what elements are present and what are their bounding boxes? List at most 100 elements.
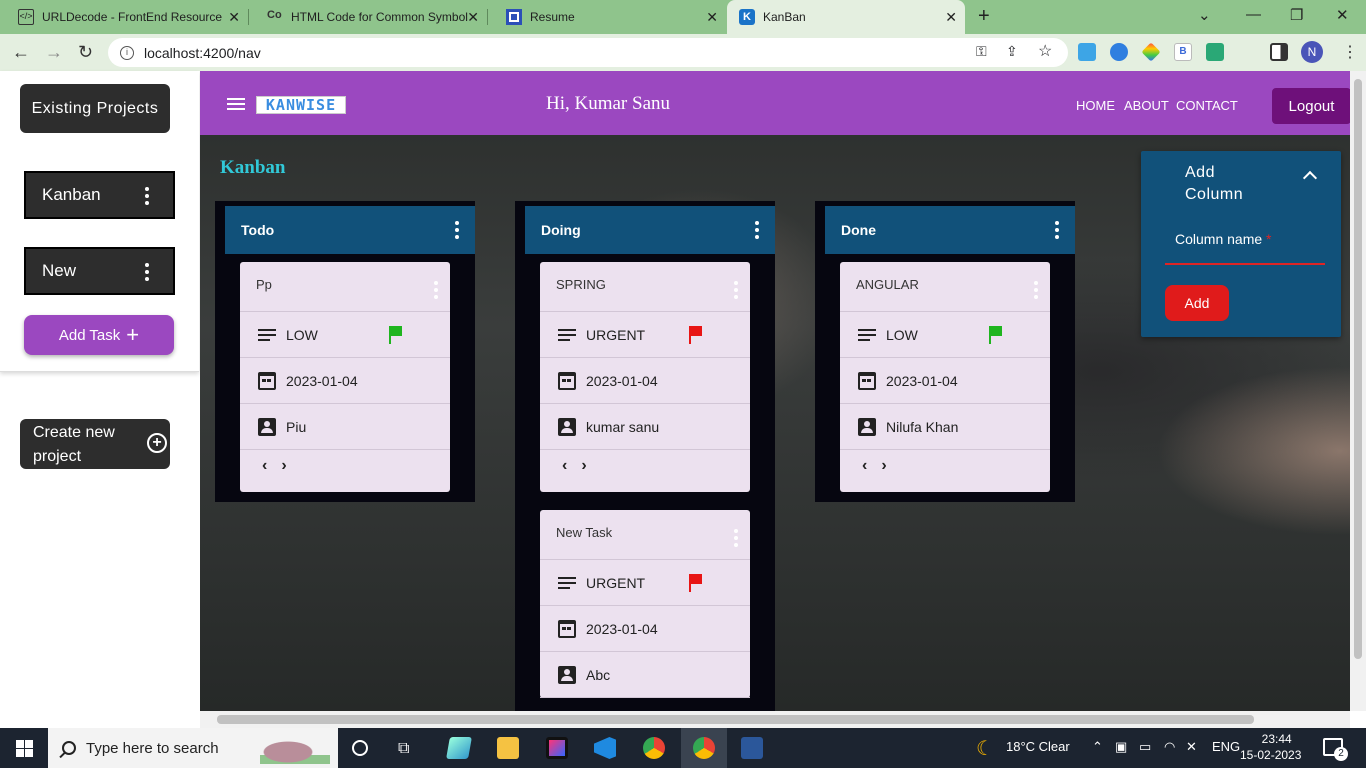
add-column-title[interactable]: Add Column	[1185, 162, 1243, 206]
column-header: Todo	[225, 206, 475, 254]
column-menu-icon[interactable]	[755, 221, 759, 239]
existing-projects-button[interactable]: Existing Projects	[20, 84, 170, 133]
add-column-button[interactable]: Add	[1165, 285, 1229, 321]
flag-icon	[388, 326, 402, 344]
priority-lines-icon	[258, 326, 276, 344]
new-tab-icon[interactable]: +	[978, 5, 990, 28]
windows-start-icon[interactable]	[16, 740, 33, 757]
browser-tab[interactable]: Co HTML Code for Common Symbol ✕	[249, 0, 487, 34]
add-task-label: Add Task	[58, 326, 121, 344]
chevron-right-icon[interactable]: ›	[281, 457, 286, 475]
battery-icon[interactable]: ▭	[1139, 739, 1151, 755]
cortana-icon[interactable]	[352, 740, 368, 756]
scrollbar-thumb[interactable]	[217, 715, 1254, 724]
task-card[interactable]: Pp LOW 2023-01-04 Piu ‹ ›	[240, 262, 450, 492]
vertical-scrollbar[interactable]	[1350, 71, 1366, 711]
task-card[interactable]: ANGULAR LOW 2023-01-04 Nilufa Khan ‹ ›	[840, 262, 1050, 492]
extension-icon[interactable]	[1206, 43, 1224, 61]
nav-contact-link[interactable]: CONTACT	[1176, 98, 1238, 113]
meet-icon[interactable]: ▣	[1115, 739, 1127, 755]
language-indicator[interactable]: ENG	[1212, 739, 1240, 754]
task-move-controls: ‹ ›	[540, 450, 750, 492]
column-name-input[interactable]: Column name *	[1165, 217, 1325, 265]
info-icon[interactable]: i	[120, 45, 134, 60]
browser-tab[interactable]: Resume ✕	[488, 0, 726, 34]
card-menu-icon[interactable]	[734, 281, 738, 299]
back-arrow-icon[interactable]: ←	[12, 42, 30, 63]
extension-icon[interactable]: B	[1174, 43, 1192, 61]
card-menu-icon[interactable]	[434, 281, 438, 299]
close-icon[interactable]: ✕	[945, 9, 957, 26]
task-assignee-row: Nilufa Khan	[840, 404, 1050, 450]
clock-date: 15-02-2023	[1240, 748, 1302, 762]
minimize-icon[interactable]: —	[1246, 6, 1261, 23]
sidepanel-icon[interactable]	[1270, 43, 1288, 61]
taskbar-search[interactable]: Type here to search	[48, 728, 338, 768]
browser-tab-active[interactable]: K KanBan ✕	[727, 0, 965, 34]
window-close-icon[interactable]: ✕	[1336, 6, 1349, 24]
task-title: New Task	[540, 510, 750, 560]
task-title: ANGULAR	[840, 262, 1050, 312]
logout-button[interactable]: Logout	[1272, 88, 1350, 124]
task-card[interactable]: SPRING URGENT 2023-01-04 kumar sanu ‹ ›	[540, 262, 750, 492]
chrome-icon[interactable]	[693, 737, 715, 759]
browser-tab[interactable]: </> URLDecode - FrontEnd Resource ✕	[0, 0, 248, 34]
close-icon[interactable]: ✕	[467, 9, 479, 26]
file-explorer-icon[interactable]	[497, 737, 519, 759]
chrome-icon[interactable]	[643, 737, 665, 759]
sidebar-item-kanban[interactable]: Kanban	[24, 171, 175, 219]
profile-avatar[interactable]: N	[1301, 41, 1323, 63]
chevron-right-icon[interactable]: ›	[881, 457, 886, 475]
horizontal-scrollbar[interactable]	[200, 711, 1350, 728]
chevron-up-icon[interactable]	[1302, 170, 1318, 186]
card-menu-icon[interactable]	[734, 529, 738, 547]
project-name: New	[42, 261, 77, 280]
card-menu-icon[interactable]	[1034, 281, 1038, 299]
column-menu-icon[interactable]	[455, 221, 459, 239]
word-icon[interactable]	[741, 737, 763, 759]
column-menu-icon[interactable]	[1055, 221, 1059, 239]
app-logo: KANWISE	[256, 96, 346, 114]
reload-icon[interactable]: ↻	[78, 42, 93, 63]
system-clock[interactable]: 23:44 15-02-2023	[1240, 731, 1301, 763]
star-icon[interactable]: ☆	[1038, 41, 1052, 61]
clock-time: 23:44	[1261, 732, 1292, 746]
scrollbar-thumb[interactable]	[1354, 79, 1362, 659]
close-icon[interactable]: ✕	[228, 9, 240, 26]
task-view-icon[interactable]: ⧉	[398, 740, 409, 758]
extension-icon[interactable]	[1110, 43, 1128, 61]
extension-icon[interactable]	[1078, 43, 1096, 61]
kanban-favicon-icon: K	[739, 9, 755, 25]
intellij-icon[interactable]	[546, 737, 568, 759]
speaker-muted-icon[interactable]: ✕	[1186, 739, 1197, 755]
chevron-right-icon[interactable]: ›	[581, 457, 586, 475]
nav-home-link[interactable]: HOME	[1076, 98, 1115, 113]
sidebar-item-new[interactable]: New	[24, 247, 175, 295]
restore-icon[interactable]: ❐	[1290, 6, 1303, 24]
board-title: Kanban	[220, 157, 286, 178]
nav-about-link[interactable]: ABOUT	[1124, 98, 1169, 113]
task-card[interactable]: New Task URGENT 2023-01-04 Abc	[540, 510, 750, 698]
vscode-icon[interactable]	[594, 737, 616, 759]
chevron-up-icon[interactable]: ⌃	[1092, 739, 1103, 755]
hamburger-menu-icon[interactable]	[227, 98, 245, 110]
add-task-button[interactable]: Add Task +	[24, 315, 174, 355]
wifi-icon[interactable]: ◠	[1164, 739, 1175, 755]
share-icon[interactable]: ⇪	[1006, 43, 1018, 60]
extension-icon[interactable]	[1141, 42, 1161, 62]
more-options-icon[interactable]	[145, 263, 149, 281]
chevron-left-icon[interactable]: ‹	[262, 457, 267, 475]
chevron-left-icon[interactable]: ‹	[862, 457, 867, 475]
app-icon[interactable]	[446, 737, 472, 759]
menu-dots-icon[interactable]: ⋮	[1342, 42, 1358, 62]
main-content: KANWISE Hi, Kumar Sanu HOME ABOUT CONTAC…	[200, 71, 1350, 711]
more-options-icon[interactable]	[145, 187, 149, 205]
url-bar[interactable]: i localhost:4200/nav ⚿ ⇪ ☆	[108, 38, 1068, 67]
create-project-button[interactable]: Create new project +	[20, 419, 170, 469]
chevron-down-icon[interactable]: ⌄	[1198, 6, 1211, 24]
weather-text[interactable]: 18°C Clear	[1006, 739, 1070, 754]
forward-arrow-icon[interactable]: →	[45, 42, 63, 63]
close-icon[interactable]: ✕	[706, 9, 718, 26]
chevron-left-icon[interactable]: ‹	[562, 457, 567, 475]
key-icon[interactable]: ⚿	[976, 43, 987, 60]
